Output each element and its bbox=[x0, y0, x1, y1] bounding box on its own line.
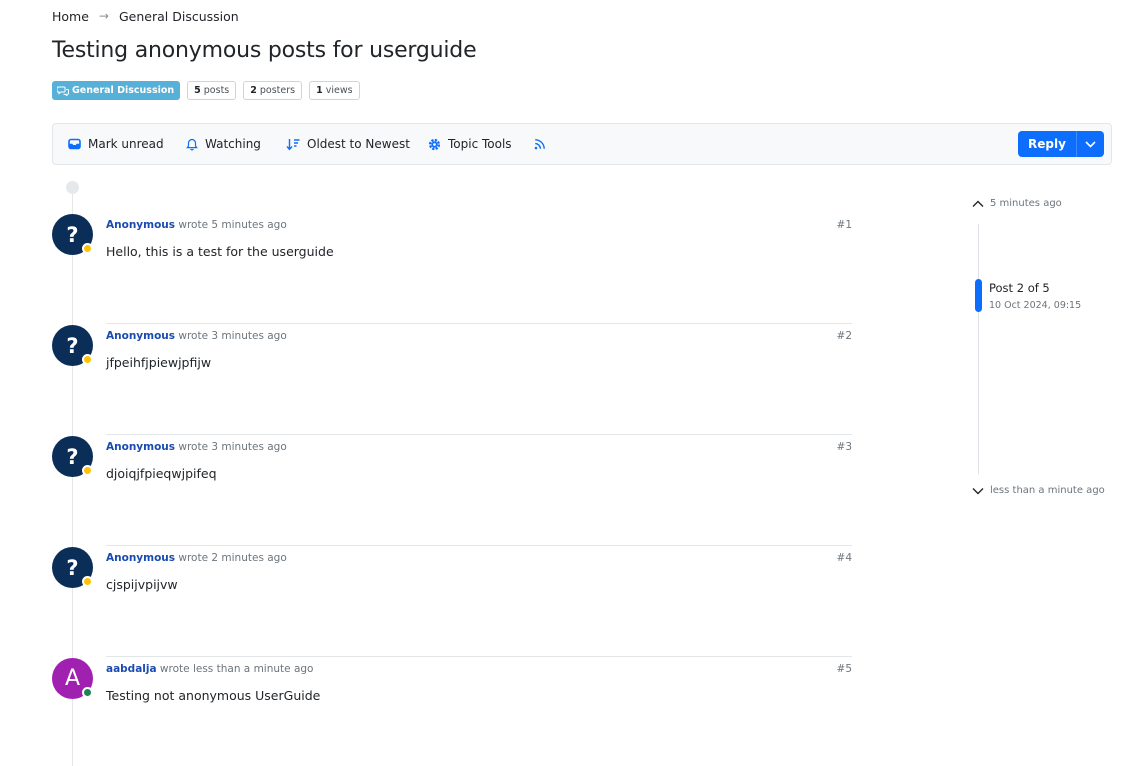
posters-count-badge: 2 posters bbox=[243, 81, 303, 100]
reply-options-toggle[interactable] bbox=[1076, 131, 1104, 157]
post-author-link[interactable]: Anonymous bbox=[106, 552, 175, 564]
chevron-up-icon bbox=[972, 200, 984, 207]
post-index[interactable]: #2 bbox=[837, 330, 852, 342]
page-title: Testing anonymous posts for userguide bbox=[52, 38, 477, 63]
sort-button[interactable]: Oldest to Newest bbox=[286, 124, 410, 164]
navigator-current-post: Post 2 of 5 bbox=[989, 281, 1050, 295]
post-content: Hello, this is a test for the userguide bbox=[106, 244, 334, 259]
status-away-indicator bbox=[82, 354, 93, 365]
navigator-last-post-link[interactable]: less than a minute ago bbox=[972, 485, 1105, 496]
post-timestamp[interactable]: 3 minutes ago bbox=[211, 441, 286, 453]
post-content: Testing not anonymous UserGuide bbox=[106, 688, 321, 703]
category-badge[interactable]: General Discussion bbox=[52, 81, 181, 100]
topic-tools-button[interactable]: Topic Tools bbox=[428, 124, 512, 164]
navigator-post-date: 10 Oct 2024, 09:15 bbox=[989, 300, 1082, 311]
posts-label: posts bbox=[203, 85, 230, 96]
post-timestamp[interactable]: 3 minutes ago bbox=[211, 330, 286, 342]
views-count-badge: 1 views bbox=[309, 81, 360, 100]
post-item: ? Anonymous wrote 3 minutes ago #3 djoiq… bbox=[52, 436, 852, 547]
post-author-link[interactable]: aabdalja bbox=[106, 663, 157, 675]
post-meta: Anonymous wrote 2 minutes ago bbox=[106, 552, 287, 564]
post-item: ? Anonymous wrote 3 minutes ago #2 jfpei… bbox=[52, 325, 852, 436]
post-meta: Anonymous wrote 3 minutes ago bbox=[106, 441, 287, 453]
posters-count: 2 bbox=[250, 85, 257, 96]
post-timestamp[interactable]: 2 minutes ago bbox=[211, 552, 286, 564]
rss-button[interactable] bbox=[534, 124, 546, 164]
post-author-link[interactable]: Anonymous bbox=[106, 441, 175, 453]
post-verb: wrote bbox=[178, 330, 209, 342]
status-away-indicator bbox=[82, 576, 93, 587]
sort-icon bbox=[286, 138, 300, 150]
post-item: ? Anonymous wrote 2 minutes ago #4 cjspi… bbox=[52, 547, 852, 658]
post-meta: aabdalja wrote less than a minute ago bbox=[106, 663, 313, 675]
chevron-down-icon bbox=[972, 487, 984, 494]
reply-button[interactable]: Reply bbox=[1018, 131, 1076, 157]
post-divider bbox=[106, 545, 852, 546]
post-divider bbox=[106, 656, 852, 657]
post-item: A aabdalja wrote less than a minute ago … bbox=[52, 658, 852, 766]
sort-label: Oldest to Newest bbox=[307, 137, 410, 151]
post-divider bbox=[106, 323, 852, 324]
posts-count: 5 bbox=[194, 85, 201, 96]
post-timestamp[interactable]: less than a minute ago bbox=[193, 663, 314, 675]
post-index[interactable]: #3 bbox=[837, 441, 852, 453]
comments-icon bbox=[57, 86, 69, 96]
post-item: ? Anonymous wrote 5 minutes ago #1 Hello… bbox=[52, 214, 852, 325]
navigator-handle[interactable] bbox=[975, 279, 982, 312]
post-verb: wrote bbox=[178, 219, 209, 231]
post-content: djoiqjfpieqwjpifeq bbox=[106, 466, 217, 481]
post-index[interactable]: #1 bbox=[837, 219, 852, 231]
navigator-top-time: 5 minutes ago bbox=[990, 198, 1062, 209]
post-content: jfpeihfjpiewjpfijw bbox=[106, 355, 212, 370]
post-meta: Anonymous wrote 5 minutes ago bbox=[106, 219, 287, 231]
arrow-right-icon: → bbox=[98, 9, 109, 23]
post-index[interactable]: #4 bbox=[837, 552, 852, 564]
post-timestamp[interactable]: 5 minutes ago bbox=[211, 219, 286, 231]
rss-icon bbox=[534, 139, 545, 150]
watching-button[interactable]: Watching bbox=[186, 124, 261, 164]
status-away-indicator bbox=[82, 243, 93, 254]
inbox-icon bbox=[68, 138, 81, 150]
topic-tools-label: Topic Tools bbox=[448, 137, 512, 151]
navigator-track[interactable] bbox=[978, 224, 979, 474]
post-navigator: 5 minutes ago Post 2 of 5 10 Oct 2024, 0… bbox=[972, 198, 1132, 503]
status-online-indicator bbox=[82, 687, 93, 698]
post-author-link[interactable]: Anonymous bbox=[106, 219, 175, 231]
views-count: 1 bbox=[316, 85, 323, 96]
post-verb: wrote bbox=[178, 552, 209, 564]
breadcrumb: Home → General Discussion bbox=[52, 8, 239, 24]
mark-unread-button[interactable]: Mark unread bbox=[68, 124, 164, 164]
post-verb: wrote bbox=[178, 441, 209, 453]
posts-count-badge: 5 posts bbox=[187, 81, 237, 100]
navigator-first-post-link[interactable]: 5 minutes ago bbox=[972, 198, 1062, 209]
breadcrumb-home-link[interactable]: Home bbox=[52, 9, 89, 24]
navigator-bottom-time: less than a minute ago bbox=[990, 485, 1105, 496]
status-away-indicator bbox=[82, 465, 93, 476]
mark-unread-label: Mark unread bbox=[88, 137, 164, 151]
topic-toolbar: Mark unread Watching Oldest to Newest To… bbox=[52, 123, 1112, 165]
bell-icon bbox=[186, 138, 198, 150]
gear-icon bbox=[428, 138, 441, 150]
posters-label: posters bbox=[259, 85, 296, 96]
post-verb: wrote bbox=[159, 663, 190, 675]
post-meta: Anonymous wrote 3 minutes ago bbox=[106, 330, 287, 342]
topic-badges: General Discussion 5 posts 2 posters 1 v… bbox=[52, 81, 360, 100]
post-index[interactable]: #5 bbox=[837, 663, 852, 675]
views-label: views bbox=[325, 85, 353, 96]
timeline-start-marker bbox=[66, 181, 79, 194]
post-content: cjspijvpijvw bbox=[106, 577, 178, 592]
post-divider bbox=[106, 434, 852, 435]
post-author-link[interactable]: Anonymous bbox=[106, 330, 175, 342]
watching-label: Watching bbox=[205, 137, 261, 151]
breadcrumb-current: General Discussion bbox=[118, 8, 239, 24]
category-badge-label: General Discussion bbox=[72, 85, 175, 96]
reply-button-group: Reply bbox=[1018, 131, 1104, 157]
chevron-down-icon bbox=[1085, 140, 1096, 148]
